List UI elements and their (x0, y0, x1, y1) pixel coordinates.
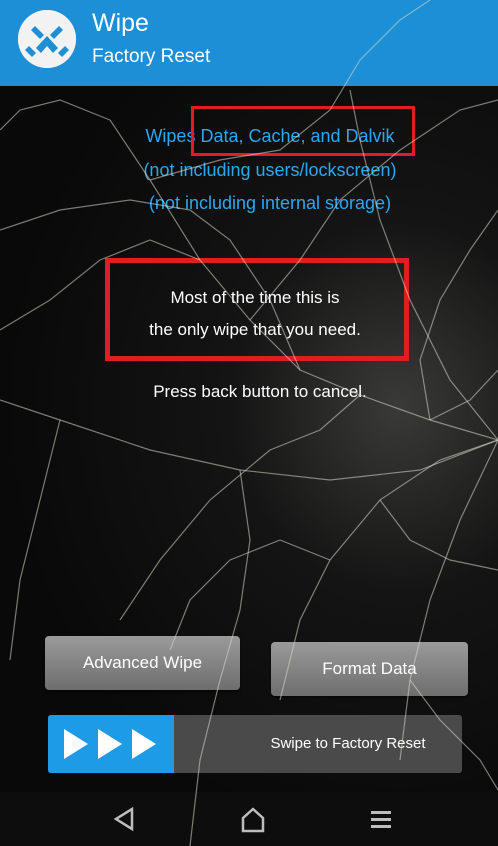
swipe-label: Swipe to Factory Reset (270, 735, 426, 752)
swipe-to-reset-slider[interactable]: Swipe to Factory Reset (48, 715, 462, 773)
format-data-button[interactable]: Format Data (271, 642, 468, 696)
android-nav-bar (0, 792, 498, 846)
triple-arrow-icon (64, 729, 156, 759)
info-users-line: (not including users/lockscreen) (143, 160, 397, 180)
page-subtitle: Factory Reset (92, 46, 211, 67)
twrp-wipe-screen: Wipe Factory Reset Wipes Data, Cache, an… (0, 0, 498, 846)
menu-icon[interactable] (366, 804, 396, 834)
twrp-logo-icon (18, 10, 76, 68)
header-bar: Wipe Factory Reset (0, 0, 498, 86)
highlight-box-note (105, 258, 409, 361)
swipe-handle[interactable] (48, 715, 174, 773)
page-title: Wipe (92, 9, 149, 37)
advanced-wipe-button[interactable]: Advanced Wipe (45, 636, 240, 690)
back-triangle-icon[interactable] (110, 804, 140, 834)
highlight-box-wipes (191, 106, 415, 156)
cancel-hint: Press back button to cancel. (153, 382, 367, 401)
home-icon[interactable] (238, 804, 268, 834)
info-storage-line: (not including internal storage) (148, 193, 392, 213)
